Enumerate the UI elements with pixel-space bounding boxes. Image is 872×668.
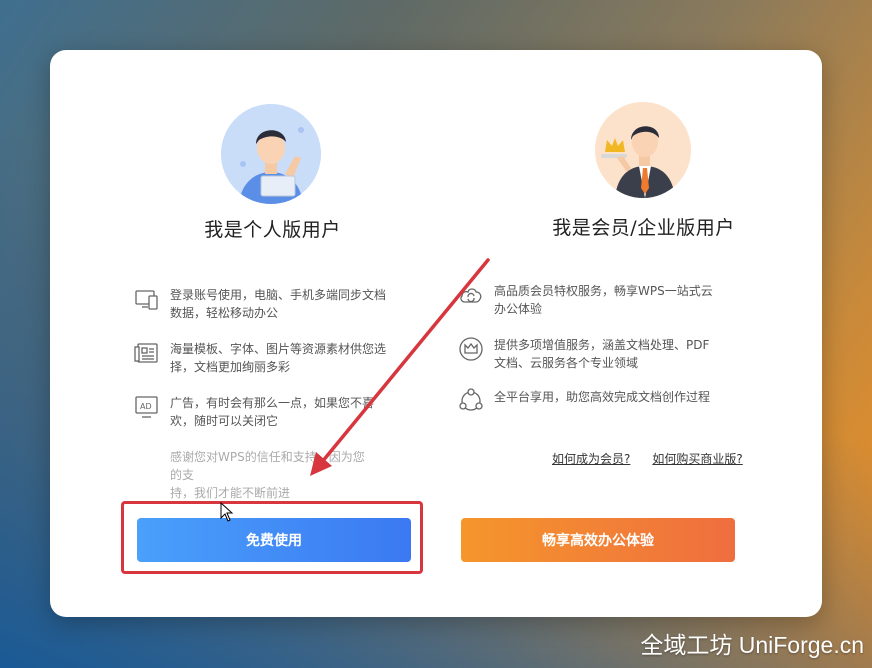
feature-line: 高品质会员特权服务，畅享WPS一站式云 [494, 284, 713, 298]
watermark: 全域工坊 UniForge.cn [640, 632, 864, 658]
svg-text:AD: AD [140, 402, 152, 411]
annotation-highlight-box [121, 501, 423, 574]
note-line: 感谢您对WPS的信任和支持，因为您的支 [170, 450, 365, 482]
feature-line: 海量模板、字体、图片等资源素材供您选 [170, 342, 387, 356]
mouse-cursor-icon [220, 502, 234, 522]
feature-line: 提供多项增值服务，涵盖文档处理、PDF [494, 338, 710, 352]
crown-icon [458, 336, 484, 362]
devices-icon [134, 286, 160, 312]
feature-line: 择，文档更加绚丽多彩 [170, 360, 291, 374]
personal-user-avatar [221, 104, 321, 204]
template-icon [134, 340, 160, 366]
premium-experience-button[interactable]: 畅享高效办公体验 [461, 518, 735, 562]
feature-line: 全平台享用，助您高效完成文档创作过程 [494, 390, 711, 404]
feature-line: 文档、云服务各个专业领域 [494, 356, 639, 370]
help-links: 如何成为会员? 如何购买商业版? [552, 450, 743, 467]
member-edition-title: 我是会员/企业版用户 [552, 217, 735, 239]
feature-line: 广告，有时会有那么一点，如果您不喜 [170, 396, 375, 410]
member-feature-cloud: 高品质会员特权服务，畅享WPS一站式云 办公体验 [458, 282, 713, 318]
feature-line: 欢，随时可以关闭它 [170, 414, 279, 428]
feature-line: 数据，轻松移动办公 [170, 306, 279, 320]
member-user-avatar [595, 102, 691, 198]
thanks-note: 感谢您对WPS的信任和支持，因为您的支 持，我们才能不断前进 [170, 448, 370, 502]
feature-line: 办公体验 [494, 302, 543, 316]
member-feature-platform: 全平台享用，助您高效完成文档创作过程 [458, 388, 710, 414]
platform-icon [458, 388, 484, 414]
personal-feature-ads: AD 广告，有时会有那么一点，如果您不喜 欢，随时可以关闭它 [134, 394, 374, 430]
personal-feature-templates: 海量模板、字体、图片等资源素材供您选 择，文档更加绚丽多彩 [134, 340, 386, 376]
personal-feature-sync: 登录账号使用，电脑、手机多端同步文档 数据，轻松移动办公 [134, 286, 386, 322]
how-to-become-member-link[interactable]: 如何成为会员? [552, 450, 630, 467]
feature-line: 登录账号使用，电脑、手机多端同步文档 [170, 288, 387, 302]
personal-edition-title: 我是个人版用户 [204, 219, 341, 241]
note-line: 持，我们才能不断前进 [170, 486, 291, 500]
cloud-icon [458, 282, 484, 308]
member-feature-services: 提供多项增值服务，涵盖文档处理、PDF 文档、云服务各个专业领域 [458, 336, 709, 372]
ad-icon: AD [134, 394, 160, 420]
member-edition-column: 我是会员/企业版用户 高品质会员特权服务，畅享WPS一站式云 办公体验 提供多项… [436, 50, 822, 617]
how-to-buy-business-link[interactable]: 如何购买商业版? [652, 450, 742, 467]
